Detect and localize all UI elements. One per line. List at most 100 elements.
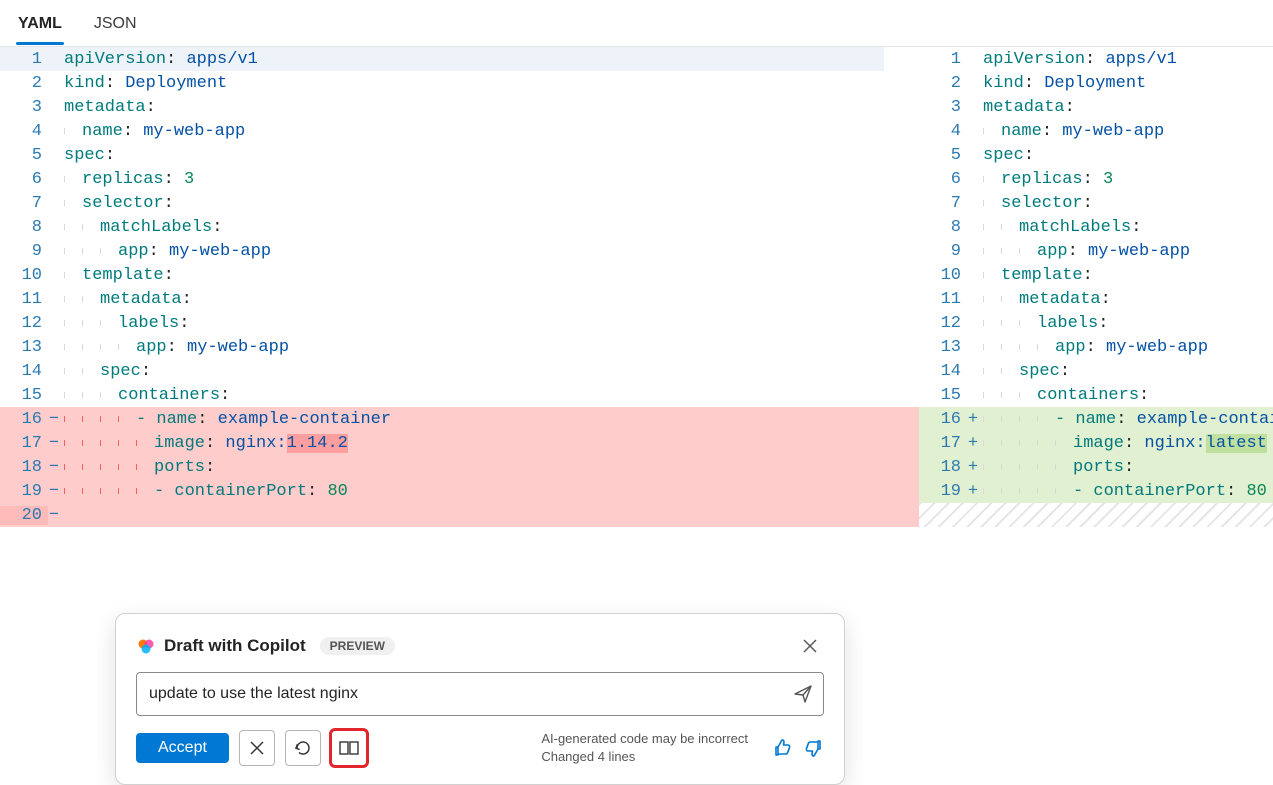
line-number: 1 [0,50,48,69]
code-line[interactable]: 14spec: [919,359,1273,383]
tab-bar: YAML JSON [0,0,1273,46]
code-content: - name: example-container [60,410,919,429]
code-line[interactable]: 18−ports: [0,455,919,479]
code-line[interactable]: 1apiVersion: apps/v1 [0,47,919,71]
line-number: 3 [0,98,48,117]
code-content: labels: [979,314,1273,333]
code-line[interactable]: 10 template: [919,263,1273,287]
line-number: 14 [919,362,967,381]
thumbs-down-icon[interactable] [804,738,824,758]
code-line[interactable]: 8matchLabels: [0,215,919,239]
line-number: 6 [919,170,967,189]
code-content: spec: [60,146,919,165]
code-line[interactable]: 12labels: [0,311,919,335]
code-line[interactable]: 15containers: [0,383,919,407]
code-line[interactable]: 2kind: Deployment [0,71,919,95]
line-number: 7 [919,194,967,213]
close-icon[interactable] [796,632,824,660]
code-line[interactable]: 18+ports: [919,455,1273,479]
code-line[interactable]: 16+- name: example-container [919,407,1273,431]
code-line[interactable]: 4 name: my-web-app [0,119,919,143]
code-line[interactable]: 6replicas: 3 [0,167,919,191]
line-number: 17 [919,434,967,453]
diff-pane-original[interactable]: 1apiVersion: apps/v12kind: Deployment3me… [0,47,919,527]
code-line[interactable]: 20− [0,503,919,527]
copilot-draft-widget: Draft with Copilot PREVIEW Accept AI-gen… [115,613,845,785]
line-number: 17 [0,434,48,453]
diff-marker: − [48,434,60,453]
code-line[interactable]: 3metadata: [919,95,1273,119]
diff-viewer: 1apiVersion: apps/v12kind: Deployment3me… [0,46,1273,527]
code-line[interactable]: 2kind: Deployment [919,71,1273,95]
code-line[interactable]: 8matchLabels: [919,215,1273,239]
code-line[interactable]: 13app: my-web-app [919,335,1273,359]
code-line[interactable]: 12labels: [919,311,1273,335]
code-line[interactable]: 16−- name: example-container [0,407,919,431]
discard-button[interactable] [239,730,275,766]
code-content: template: [979,266,1273,285]
line-number: 12 [0,314,48,333]
code-line[interactable]: 1apiVersion: apps/v1 [919,47,1273,71]
code-line[interactable]: 3metadata: [0,95,919,119]
accept-button[interactable]: Accept [136,733,229,763]
copilot-prompt-input[interactable] [147,684,783,704]
code-line[interactable]: 11metadata: [919,287,1273,311]
code-content: selector: [60,194,919,213]
line-number: 20 [0,506,48,525]
code-line[interactable]: 11metadata: [0,287,919,311]
tab-json[interactable]: JSON [92,5,139,45]
diff-marker: − [48,458,60,477]
line-number: 19 [0,482,48,501]
code-line[interactable]: 6replicas: 3 [919,167,1273,191]
code-line[interactable]: 17−image: nginx:1.14.2 [0,431,919,455]
minimap[interactable] [884,47,919,527]
code-line[interactable]: 9app: my-web-app [919,239,1273,263]
code-line[interactable]: 9app: my-web-app [0,239,919,263]
regenerate-button[interactable] [285,730,321,766]
code-line[interactable]: 10template: [0,263,919,287]
code-content: app: my-web-app [60,338,919,357]
tab-yaml[interactable]: YAML [16,5,64,45]
code-line[interactable]: 17+image: nginx:latest [919,431,1273,455]
line-number: 4 [919,122,967,141]
diff-placeholder-row [919,503,1273,527]
code-line[interactable]: 19−- containerPort: 80 [0,479,919,503]
thumbs-up-icon[interactable] [772,738,792,758]
line-number: 2 [0,74,48,93]
code-content: matchLabels: [979,218,1273,237]
copilot-logo-icon [136,636,156,656]
code-line[interactable]: 15containers: [919,383,1273,407]
line-number: 10 [919,266,967,285]
line-number: 5 [919,146,967,165]
line-number: 4 [0,122,48,141]
code-content: image: nginx:latest [979,434,1273,453]
code-content: image: nginx:1.14.2 [60,434,919,453]
line-number: 18 [0,458,48,477]
minimap-removed-region [884,407,919,527]
code-line[interactable]: 5 spec: [919,143,1273,167]
code-content: name: my-web-app [979,122,1273,141]
code-content: spec: [979,146,1273,165]
code-content: name: my-web-app [60,122,919,141]
toggle-diff-view-button[interactable] [331,730,367,766]
code-line[interactable]: 4 name: my-web-app [919,119,1273,143]
code-line[interactable]: 19+- containerPort: 80 [919,479,1273,503]
code-line[interactable]: 14 spec: [0,359,919,383]
line-number: 10 [0,266,48,285]
line-number: 6 [0,170,48,189]
line-number: 16 [0,410,48,429]
code-content: spec: [60,362,919,381]
diff-marker: − [48,506,60,525]
diff-pane-modified[interactable]: 1apiVersion: apps/v12kind: Deployment3me… [919,47,1273,527]
code-line[interactable]: 7selector: [0,191,919,215]
code-line[interactable]: 7 selector: [919,191,1273,215]
line-number: 14 [0,362,48,381]
send-icon[interactable] [793,684,813,704]
diff-marker: + [967,458,979,477]
line-number: 1 [919,50,967,69]
code-content: selector: [979,194,1273,213]
copilot-preview-badge: PREVIEW [320,637,395,655]
code-line[interactable]: 13app: my-web-app [0,335,919,359]
code-content: metadata: [60,290,919,309]
code-line[interactable]: 5spec: [0,143,919,167]
